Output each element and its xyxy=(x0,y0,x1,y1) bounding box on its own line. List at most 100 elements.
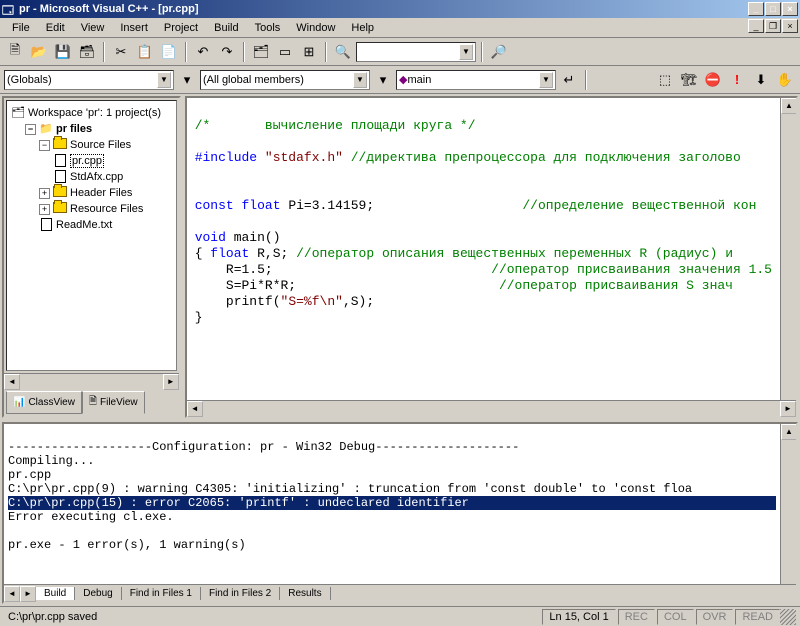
tree-file-readme[interactable]: ReadMe.txt xyxy=(11,217,172,233)
selected-error-line[interactable]: C:\pr\pr.cpp(15) : error C2065: 'printf'… xyxy=(8,496,776,510)
maximize-button[interactable]: □ xyxy=(765,2,781,16)
tab-fileview[interactable]: 🗎FileView xyxy=(82,391,145,414)
menu-edit[interactable]: Edit xyxy=(38,20,73,36)
execute-button[interactable]: ! xyxy=(726,69,748,91)
workspace-button[interactable]: 🗂 xyxy=(250,41,272,63)
find-combo[interactable]: ▼ xyxy=(356,42,476,62)
find-in-files-button[interactable]: 🔍 xyxy=(332,41,354,63)
tree-file-stdafx[interactable]: StdAfx.cpp xyxy=(11,169,172,185)
resize-grip-icon[interactable] xyxy=(780,609,796,625)
tree-project[interactable]: −📁pr files xyxy=(11,121,172,137)
go-debug-button[interactable]: ⬇ xyxy=(750,69,772,91)
compile-button[interactable]: ⬚ xyxy=(654,69,676,91)
status-read: READ xyxy=(735,609,780,625)
expand-icon[interactable]: + xyxy=(39,188,50,199)
cpp-file-icon xyxy=(53,154,67,168)
workspace-tree[interactable]: 🗂Workspace 'pr': 1 project(s) −📁pr files… xyxy=(6,100,177,371)
save-button[interactable]: 💾 xyxy=(52,41,74,63)
app-icon: 🗔 xyxy=(2,2,16,16)
tree-scrollbar-h[interactable]: ◄► xyxy=(4,373,179,389)
members-action-button[interactable]: ▾ xyxy=(372,69,394,91)
menu-window[interactable]: Window xyxy=(288,20,343,36)
tree-header-folder[interactable]: +Header Files xyxy=(11,185,172,201)
step-button[interactable]: ✋ xyxy=(774,69,796,91)
members-combo[interactable]: (All global members)▼ xyxy=(200,70,370,90)
tree-workspace-root[interactable]: 🗂Workspace 'pr': 1 project(s) xyxy=(11,105,172,121)
windows-button[interactable]: ⊞ xyxy=(298,41,320,63)
output-tab-find1[interactable]: Find in Files 1 xyxy=(122,587,201,600)
scope-combo[interactable]: (Globals)▼ xyxy=(4,70,174,90)
status-rec: REC xyxy=(618,609,655,625)
output-tab-build[interactable]: Build xyxy=(36,587,75,600)
menu-insert[interactable]: Insert xyxy=(112,20,156,36)
copy-button[interactable]: 📋 xyxy=(134,41,156,63)
function-combo[interactable]: ◆ main▼ xyxy=(396,70,556,90)
output-button[interactable]: ▭ xyxy=(274,41,296,63)
output-scrollbar-v[interactable]: ▲ xyxy=(780,424,796,584)
mdi-minimize-button[interactable]: _ xyxy=(748,19,764,33)
mdi-close-button[interactable]: × xyxy=(782,19,798,33)
menu-build[interactable]: Build xyxy=(206,20,246,36)
code-editor[interactable]: /* вычисление площади круга */ #include … xyxy=(185,96,798,418)
collapse-icon[interactable]: − xyxy=(39,140,50,151)
close-button[interactable]: × xyxy=(782,2,798,16)
expand-icon[interactable]: + xyxy=(39,204,50,215)
menu-file[interactable]: File xyxy=(4,20,38,36)
redo-button[interactable]: ↷ xyxy=(216,41,238,63)
editor-scrollbar-v[interactable]: ▲ xyxy=(780,98,796,400)
folder-icon xyxy=(53,138,67,152)
folder-icon xyxy=(53,202,67,216)
output-text[interactable]: --------------------Configuration: pr - … xyxy=(4,424,780,584)
status-ovr: OVR xyxy=(696,609,734,625)
standard-toolbar: 🗎 📂 💾 🗃 ✂ 📋 📄 ↶ ↷ 🗂 ▭ ⊞ 🔍 ▼ 🔎 xyxy=(0,38,800,66)
status-message: C:\pr\pr.cpp saved xyxy=(4,610,540,624)
menu-view[interactable]: View xyxy=(73,20,113,36)
editor-scrollbar-h[interactable]: ◄► xyxy=(187,400,796,416)
class-icon: 📊 xyxy=(13,397,25,408)
window-buttons: _ □ × xyxy=(748,2,798,16)
cpp-file-icon xyxy=(53,170,67,184)
tab-scroll-left[interactable]: ◄ xyxy=(4,586,20,602)
workspace-icon: 🗂 xyxy=(11,106,25,120)
output-tab-find2[interactable]: Find in Files 2 xyxy=(201,587,280,600)
stop-build-button[interactable]: ⛔ xyxy=(702,69,724,91)
open-button[interactable]: 📂 xyxy=(28,41,50,63)
dropdown-arrow-icon[interactable]: ▼ xyxy=(539,72,553,88)
tree-file-prcpp[interactable]: pr.cpp xyxy=(11,153,172,169)
code-area[interactable]: /* вычисление площади круга */ #include … xyxy=(187,98,780,400)
output-tabs: ◄ ► Build Debug Find in Files 1 Find in … xyxy=(4,584,796,602)
dropdown-arrow-icon[interactable]: ▼ xyxy=(353,72,367,88)
scope-action-button[interactable]: ▾ xyxy=(176,69,198,91)
dropdown-arrow-icon[interactable]: ▼ xyxy=(157,72,171,88)
minimize-button[interactable]: _ xyxy=(748,2,764,16)
workspace-panel: 🗂Workspace 'pr': 1 project(s) −📁pr files… xyxy=(2,96,181,418)
dropdown-arrow-icon[interactable]: ▼ xyxy=(459,44,473,60)
mdi-restore-button[interactable]: ❐ xyxy=(765,19,781,33)
search-button[interactable]: 🔎 xyxy=(488,41,510,63)
build-button[interactable]: 🏗 xyxy=(678,69,700,91)
txt-file-icon xyxy=(39,218,53,232)
collapse-icon[interactable]: − xyxy=(25,124,36,135)
cut-button[interactable]: ✂ xyxy=(110,41,132,63)
paste-button[interactable]: 📄 xyxy=(158,41,180,63)
tab-classview[interactable]: 📊ClassView xyxy=(6,391,82,414)
status-position: Ln 15, Col 1 xyxy=(542,609,615,625)
status-bar: C:\pr\pr.cpp saved Ln 15, Col 1 REC COL … xyxy=(0,606,800,626)
menu-tools[interactable]: Tools xyxy=(247,20,289,36)
go-button[interactable]: ↵ xyxy=(558,69,580,91)
file-icon: 🗎 xyxy=(89,394,97,411)
tree-source-folder[interactable]: −Source Files xyxy=(11,137,172,153)
output-tab-results[interactable]: Results xyxy=(280,587,330,600)
output-tab-debug[interactable]: Debug xyxy=(75,587,121,600)
tree-resource-folder[interactable]: +Resource Files xyxy=(11,201,172,217)
folder-icon xyxy=(53,186,67,200)
status-col: COL xyxy=(657,609,694,625)
work-area: 🗂Workspace 'pr': 1 project(s) −📁pr files… xyxy=(0,94,800,420)
menu-project[interactable]: Project xyxy=(156,20,206,36)
undo-button[interactable]: ↶ xyxy=(192,41,214,63)
tab-scroll-right[interactable]: ► xyxy=(20,586,36,602)
menu-help[interactable]: Help xyxy=(343,20,382,36)
menu-bar: File Edit View Insert Project Build Tool… xyxy=(0,18,800,38)
save-all-button[interactable]: 🗃 xyxy=(76,41,98,63)
new-button[interactable]: 🗎 xyxy=(4,41,26,63)
